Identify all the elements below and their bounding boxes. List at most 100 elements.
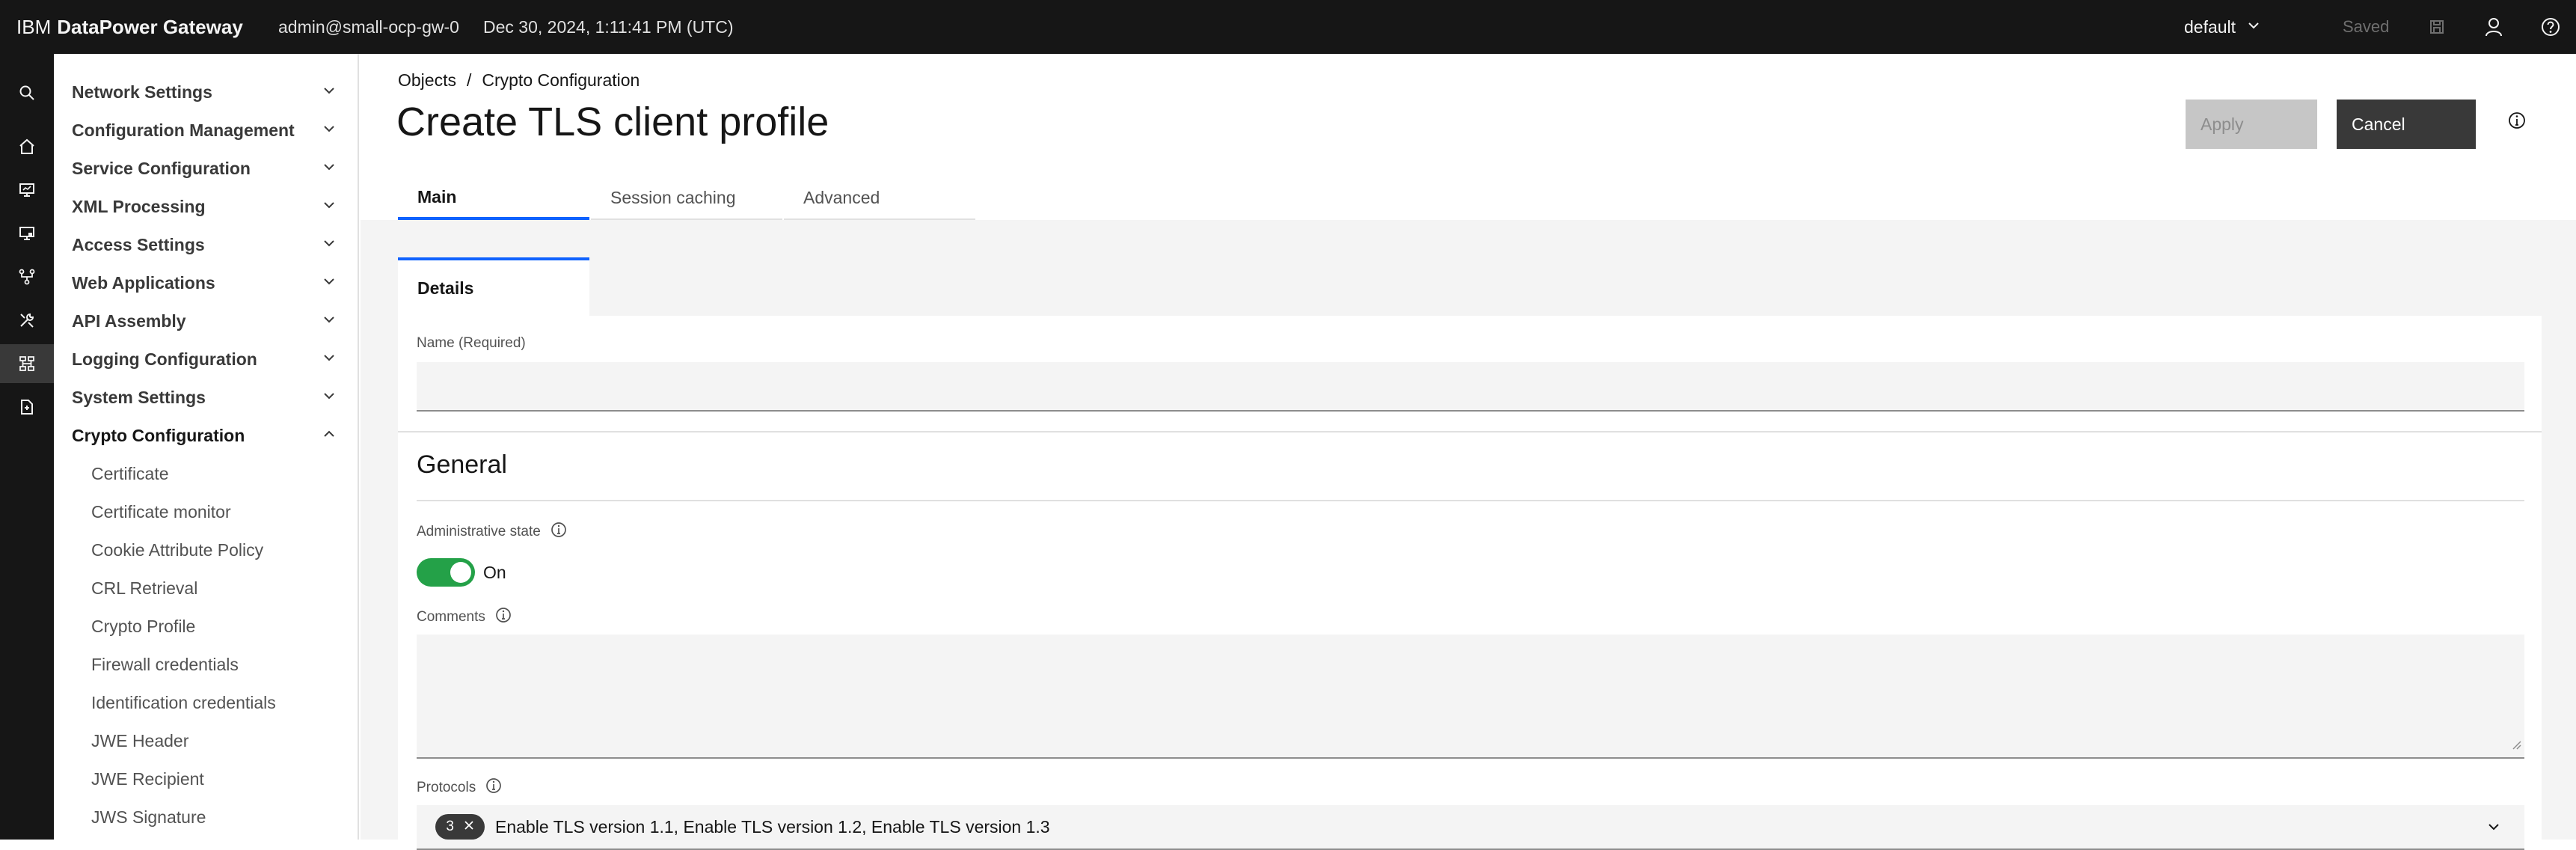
nav-item-jwe-header[interactable]: JWE Header bbox=[91, 722, 346, 759]
objects-icon[interactable] bbox=[0, 344, 54, 383]
current-user: admin@small-ocp-gw-0 bbox=[278, 16, 459, 37]
files-icon[interactable] bbox=[0, 388, 54, 426]
nav-group-label: Service Configuration bbox=[72, 158, 251, 178]
chevron-down-icon bbox=[322, 197, 341, 217]
nav-group-label: Crypto Configuration bbox=[72, 425, 245, 445]
information-icon[interactable] bbox=[494, 606, 512, 629]
nav-item-certificate[interactable]: Certificate bbox=[91, 455, 346, 492]
top-header: IBM DataPower Gateway admin@small-ocp-gw… bbox=[0, 0, 2576, 54]
nav-group-service-configuration[interactable]: Service Configuration bbox=[72, 150, 341, 187]
protocols-label-text: Protocols bbox=[417, 780, 476, 795]
nav-group-system-settings[interactable]: System Settings bbox=[72, 379, 341, 416]
tab-advanced[interactable]: Advanced bbox=[784, 177, 975, 220]
chevron-down-icon bbox=[2246, 17, 2261, 37]
icon-rail bbox=[0, 54, 54, 840]
nav-item-crl-retrieval[interactable]: CRL Retrieval bbox=[91, 569, 346, 607]
monitor-icon[interactable] bbox=[0, 171, 54, 210]
network-icon[interactable] bbox=[0, 257, 54, 296]
comments-textarea[interactable] bbox=[417, 635, 2524, 759]
subtab-details[interactable]: Details bbox=[398, 257, 589, 316]
chevron-down-icon bbox=[2485, 819, 2502, 839]
nav-item-identification-credentials[interactable]: Identification credentials bbox=[91, 684, 346, 721]
tab-list: Main Session caching Advanced bbox=[398, 177, 975, 220]
tools-icon[interactable] bbox=[0, 301, 54, 340]
tab-main[interactable]: Main bbox=[398, 177, 589, 220]
section-divider bbox=[398, 431, 2542, 432]
apply-button[interactable]: Apply bbox=[2186, 100, 2317, 149]
comments-label-text: Comments bbox=[417, 609, 485, 625]
protocols-selected-values: Enable TLS version 1.1, Enable TLS versi… bbox=[495, 816, 1050, 837]
nav-group-logging-configuration[interactable]: Logging Configuration bbox=[72, 340, 341, 378]
nav-item-firewall-credentials[interactable]: Firewall credentials bbox=[91, 646, 346, 683]
information-icon[interactable] bbox=[550, 521, 568, 543]
chevron-down-icon bbox=[322, 311, 341, 331]
nav-group-label: Logging Configuration bbox=[72, 349, 257, 369]
computer-icon[interactable] bbox=[0, 214, 54, 253]
save-icon[interactable] bbox=[2419, 9, 2455, 45]
breadcrumb-item-objects[interactable]: Objects bbox=[398, 70, 456, 91]
home-icon[interactable] bbox=[0, 127, 54, 166]
clear-selection-icon[interactable] bbox=[464, 819, 474, 835]
chevron-down-icon bbox=[322, 82, 341, 103]
domain-selector[interactable]: default bbox=[2184, 0, 2261, 54]
comments-label: Comments bbox=[417, 606, 512, 629]
chevron-down-icon bbox=[322, 235, 341, 255]
chevron-down-icon bbox=[322, 388, 341, 408]
side-navigation: Network Settings Configuration Managemen… bbox=[54, 54, 359, 840]
help-icon[interactable] bbox=[2533, 9, 2569, 45]
user-icon[interactable] bbox=[2476, 9, 2512, 45]
nav-item-jws-signature[interactable]: JWS Signature bbox=[91, 798, 346, 836]
nav-group-network-settings[interactable]: Network Settings bbox=[72, 73, 341, 111]
breadcrumb-item-current: Crypto Configuration bbox=[482, 70, 640, 90]
administrative-state-label: Administrative state bbox=[417, 521, 568, 543]
toggle-knob bbox=[450, 562, 471, 583]
nav-item-certificate-monitor[interactable]: Certificate monitor bbox=[91, 493, 346, 531]
nav-group-configuration-management[interactable]: Configuration Management bbox=[72, 111, 341, 149]
chevron-down-icon bbox=[322, 120, 341, 141]
administrative-state-value: On bbox=[483, 563, 506, 582]
nav-group-label: Web Applications bbox=[72, 272, 215, 293]
page-title: Create TLS client profile bbox=[396, 100, 829, 144]
information-icon[interactable] bbox=[485, 777, 503, 799]
name-label-text: Name (Required) bbox=[417, 335, 526, 351]
nav-group-label: Configuration Management bbox=[72, 120, 295, 140]
nav-group-label: Network Settings bbox=[72, 82, 212, 102]
selected-count: 3 bbox=[446, 819, 454, 834]
section-rule bbox=[417, 500, 2524, 501]
nav-group-api-assembly[interactable]: API Assembly bbox=[72, 302, 341, 340]
protocols-label: Protocols bbox=[417, 777, 503, 799]
nav-group-web-applications[interactable]: Web Applications bbox=[72, 264, 341, 302]
nav-group-label: System Settings bbox=[72, 387, 206, 407]
current-datetime: Dec 30, 2024, 1:11:41 PM (UTC) bbox=[483, 16, 734, 37]
name-input[interactable] bbox=[417, 362, 2524, 412]
chevron-down-icon bbox=[322, 349, 341, 370]
chevron-down-icon bbox=[322, 159, 341, 179]
section-title-general: General bbox=[417, 450, 507, 479]
nav-item-cookie-attribute-policy[interactable]: Cookie Attribute Policy bbox=[91, 531, 346, 569]
information-icon[interactable] bbox=[2507, 111, 2527, 134]
search-icon[interactable] bbox=[0, 73, 54, 112]
administrative-state-toggle[interactable] bbox=[417, 558, 475, 587]
domain-value: default bbox=[2184, 16, 2236, 37]
nav-item-crypto-profile[interactable]: Crypto Profile bbox=[91, 608, 346, 645]
nav-item-jwe-recipient[interactable]: JWE Recipient bbox=[91, 760, 346, 798]
administrative-state-label-text: Administrative state bbox=[417, 524, 541, 539]
nav-group-xml-processing[interactable]: XML Processing bbox=[72, 188, 341, 225]
form-panel: Name (Required) General Administrative s… bbox=[398, 316, 2542, 850]
chevron-up-icon bbox=[322, 426, 341, 446]
cancel-button[interactable]: Cancel bbox=[2337, 100, 2476, 149]
nav-group-crypto-configuration[interactable]: Crypto Configuration bbox=[72, 417, 341, 454]
chevron-down-icon bbox=[322, 273, 341, 293]
name-label: Name (Required) bbox=[417, 335, 526, 352]
nav-group-label: API Assembly bbox=[72, 311, 186, 331]
breadcrumb-separator: / bbox=[466, 70, 472, 90]
nav-group-label: XML Processing bbox=[72, 196, 206, 216]
resize-handle-icon[interactable] bbox=[2511, 734, 2521, 754]
tab-session-caching[interactable]: Session caching bbox=[591, 177, 782, 220]
selected-count-tag: 3 bbox=[435, 814, 485, 840]
protocols-multiselect[interactable]: 3 Enable TLS version 1.1, Enable TLS ver… bbox=[417, 805, 2524, 850]
saved-status: Saved bbox=[2343, 17, 2390, 36]
breadcrumb: Objects / Crypto Configuration bbox=[398, 70, 640, 91]
nav-group-access-settings[interactable]: Access Settings bbox=[72, 226, 341, 263]
product-name[interactable]: IBM DataPower Gateway bbox=[16, 0, 243, 54]
